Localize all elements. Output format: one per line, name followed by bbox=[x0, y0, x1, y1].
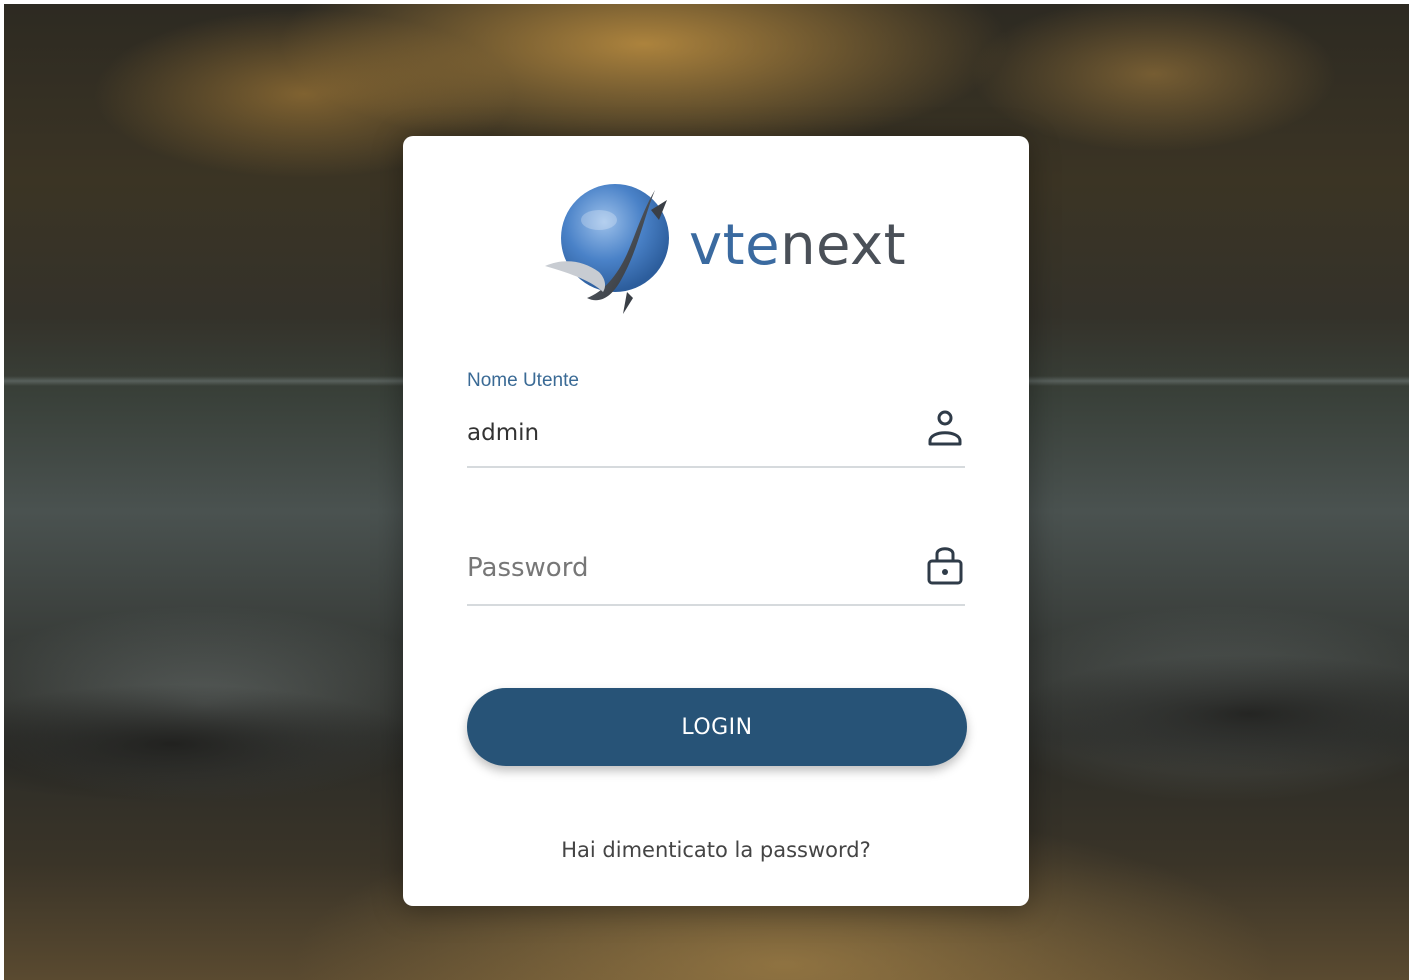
username-field: Nome Utente bbox=[467, 370, 965, 470]
forgot-password-link[interactable]: Hai dimenticato la password? bbox=[403, 838, 1029, 862]
user-icon bbox=[928, 410, 962, 446]
rock-right bbox=[1009, 654, 1409, 774]
lock-icon bbox=[927, 547, 963, 585]
password-underline bbox=[467, 604, 965, 606]
brand-logo: vtenext bbox=[543, 180, 906, 320]
login-button[interactable]: LOGIN bbox=[467, 688, 967, 766]
brand-wordmark-part2: next bbox=[780, 213, 907, 278]
login-card: vtenext Nome Utente LOGIN Hai dimenticat… bbox=[403, 136, 1029, 906]
password-input[interactable] bbox=[467, 550, 907, 586]
whale-globe-icon bbox=[545, 184, 669, 314]
password-field bbox=[467, 536, 965, 608]
rock-left bbox=[4, 684, 424, 804]
username-underline bbox=[467, 466, 965, 468]
username-input[interactable] bbox=[467, 416, 907, 450]
brand-wordmark: vtenext bbox=[689, 216, 906, 276]
brand-wordmark-part1: vte bbox=[689, 213, 781, 278]
username-label: Nome Utente bbox=[467, 370, 579, 391]
